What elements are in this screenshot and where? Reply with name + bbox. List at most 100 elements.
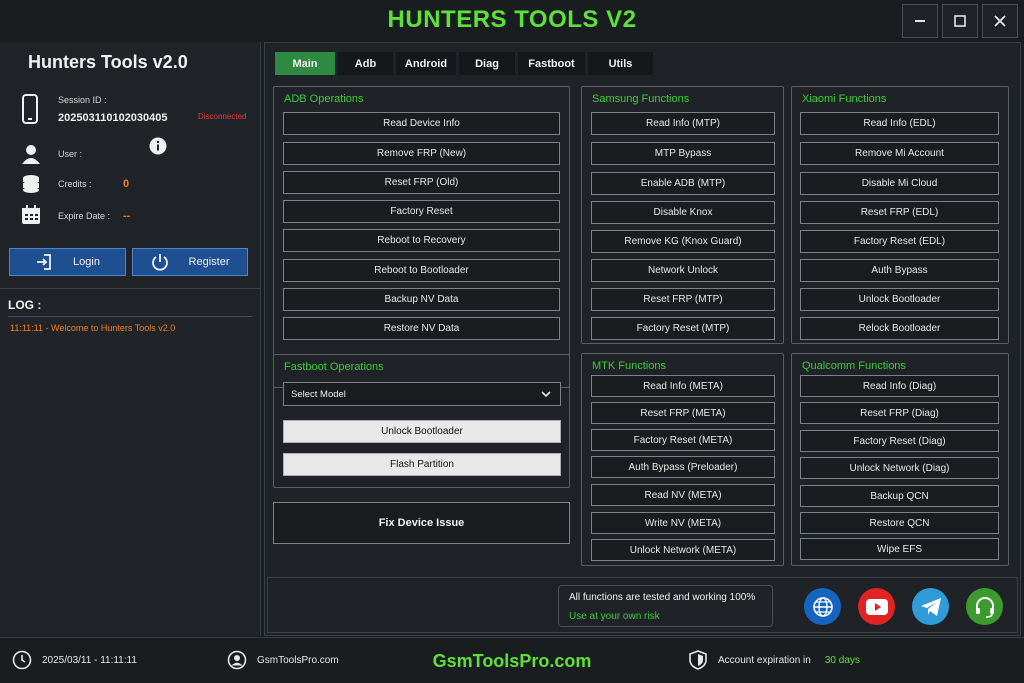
maximize-button[interactable]	[942, 4, 978, 38]
group-title: MTK Functions	[592, 360, 666, 372]
login-icon	[37, 254, 51, 270]
user-icon	[22, 145, 40, 164]
notice-box: All functions are tested and working 100…	[558, 585, 773, 627]
status-bar: 2025/03/11 - 11:11:11 GsmToolsPro.com Gs…	[0, 637, 1024, 683]
shield-icon	[689, 650, 707, 670]
relock-bootloader-button[interactable]: Relock Bootloader	[800, 317, 999, 340]
calendar-icon	[22, 205, 40, 224]
qualcomm-reset-frp-button[interactable]: Reset FRP (Diag)	[800, 402, 999, 424]
tab-bar: Main Adb Android Diag Fastboot Utils	[275, 52, 653, 75]
support-button[interactable]	[966, 588, 1003, 625]
qualcomm-functions-group: Qualcomm Functions Read Info (Diag) Rese…	[791, 353, 1009, 566]
expire-label: Expire Date :	[58, 211, 111, 221]
model-select-value: Select Model	[291, 388, 346, 400]
samsung-reset-frp-button[interactable]: Reset FRP (MTP)	[591, 288, 775, 311]
factory-reset-button[interactable]: Factory Reset	[283, 200, 560, 223]
mtp-bypass-button[interactable]: MTP Bypass	[591, 142, 775, 165]
chevron-down-icon	[541, 391, 551, 398]
fix-device-issue-button[interactable]: Fix Device Issue	[273, 502, 570, 544]
power-icon	[151, 254, 168, 271]
reboot-recovery-button[interactable]: Reboot to Recovery	[283, 229, 560, 252]
group-title: Xiaomi Functions	[802, 93, 887, 105]
qualcomm-factory-reset-button[interactable]: Factory Reset (Diag)	[800, 430, 999, 452]
xiaomi-functions-group: Xiaomi Functions Read Info (EDL) Remove …	[791, 86, 1009, 344]
write-nv-button[interactable]: Write NV (META)	[591, 512, 775, 534]
samsung-factory-reset-button[interactable]: Factory Reset (MTP)	[591, 317, 775, 340]
backup-qcn-button[interactable]: Backup QCN	[800, 485, 999, 507]
fastboot-unlock-bootloader-button[interactable]: Unlock Bootloader	[283, 420, 561, 443]
youtube-button[interactable]	[858, 588, 895, 625]
phone-icon	[22, 94, 38, 124]
xiaomi-unlock-bootloader-button[interactable]: Unlock Bootloader	[800, 288, 999, 311]
mtk-unlock-network-button[interactable]: Unlock Network (META)	[591, 539, 775, 561]
network-unlock-button[interactable]: Network Unlock	[591, 259, 775, 282]
tab-android[interactable]: Android	[396, 52, 456, 75]
mtk-factory-reset-button[interactable]: Factory Reset (META)	[591, 429, 775, 451]
restore-qcn-button[interactable]: Restore QCN	[800, 512, 999, 534]
disable-knox-button[interactable]: Disable Knox	[591, 201, 775, 224]
title-bar: HUNTERS TOOLS V2	[0, 0, 1024, 42]
tab-fastboot[interactable]: Fastboot	[518, 52, 585, 75]
minimize-icon	[915, 20, 925, 22]
wipe-efs-button[interactable]: Wipe EFS	[800, 538, 999, 560]
globe-icon	[812, 596, 833, 617]
restore-nv-data-button[interactable]: Restore NV Data	[283, 317, 560, 340]
login-label: Login	[73, 256, 100, 268]
youtube-icon	[865, 598, 888, 615]
remove-kg-button[interactable]: Remove KG (Knox Guard)	[591, 230, 775, 253]
flash-partition-button[interactable]: Flash Partition	[283, 453, 561, 476]
coins-icon	[23, 175, 39, 193]
login-button[interactable]: Login	[9, 248, 126, 276]
model-select[interactable]: Select Model	[283, 382, 561, 406]
log-entry: 11:11:11 - Welcome to Hunters Tools v2.0	[10, 323, 176, 333]
connection-status: Disconnected	[198, 112, 247, 121]
remove-frp-new-button[interactable]: Remove FRP (New)	[283, 142, 560, 165]
log-title: LOG :	[8, 298, 42, 312]
mtk-reset-frp-button[interactable]: Reset FRP (META)	[591, 402, 775, 424]
auth-bypass-button[interactable]: Auth Bypass	[800, 259, 999, 282]
mtk-read-info-button[interactable]: Read Info (META)	[591, 375, 775, 397]
session-row	[20, 94, 40, 124]
qualcomm-unlock-network-button[interactable]: Unlock Network (Diag)	[800, 457, 999, 479]
register-label: Register	[188, 256, 230, 268]
tab-utils[interactable]: Utils	[588, 52, 653, 75]
reset-frp-old-button[interactable]: Reset FRP (Old)	[283, 171, 560, 194]
info-icon[interactable]	[149, 137, 167, 160]
disable-mi-cloud-button[interactable]: Disable Mi Cloud	[800, 172, 999, 195]
reboot-bootloader-button[interactable]: Reboot to Bootloader	[283, 259, 560, 282]
group-title: Fastboot Operations	[284, 361, 384, 373]
backup-nv-data-button[interactable]: Backup NV Data	[283, 288, 560, 311]
credits-value: 0	[123, 178, 130, 190]
xiaomi-factory-reset-button[interactable]: Factory Reset (EDL)	[800, 230, 999, 253]
expiry-item: Account expiration in 30 days	[688, 650, 860, 670]
minimize-button[interactable]	[902, 4, 938, 38]
mtk-functions-group: MTK Functions Read Info (META) Reset FRP…	[581, 353, 784, 566]
remove-mi-account-button[interactable]: Remove Mi Account	[800, 142, 999, 165]
qualcomm-read-info-button[interactable]: Read Info (Diag)	[800, 375, 999, 397]
read-device-info-button[interactable]: Read Device Info	[283, 112, 560, 135]
enable-adb-button[interactable]: Enable ADB (MTP)	[591, 172, 775, 195]
telegram-button[interactable]	[912, 588, 949, 625]
expire-row	[20, 204, 42, 226]
footer-brand[interactable]: GsmToolsPro.com	[0, 651, 1024, 672]
expire-value: --	[123, 210, 131, 222]
adb-operations-group: ADB Operations Read Device Info Remove F…	[273, 86, 570, 388]
support-headset-icon	[975, 596, 994, 618]
xiaomi-read-info-button[interactable]: Read Info (EDL)	[800, 112, 999, 135]
telegram-icon	[920, 597, 941, 616]
credits-row	[20, 173, 42, 195]
xiaomi-reset-frp-button[interactable]: Reset FRP (EDL)	[800, 201, 999, 224]
mtk-auth-bypass-button[interactable]: Auth Bypass (Preloader)	[591, 456, 775, 478]
samsung-read-info-button[interactable]: Read Info (MTP)	[591, 112, 775, 135]
tab-adb[interactable]: Adb	[338, 52, 393, 75]
main-panel: Main Adb Android Diag Fastboot Utils ADB…	[264, 42, 1021, 636]
expiry-label: Account expiration in	[718, 654, 811, 666]
tab-main[interactable]: Main	[275, 52, 335, 75]
tab-diag[interactable]: Diag	[459, 52, 515, 75]
sidebar-title: Hunters Tools v2.0	[28, 52, 188, 72]
website-button[interactable]	[804, 588, 841, 625]
register-button[interactable]: Register	[132, 248, 248, 276]
notice-line-2: Use at your own risk	[569, 611, 660, 622]
read-nv-button[interactable]: Read NV (META)	[591, 484, 775, 506]
close-button[interactable]	[982, 4, 1018, 38]
